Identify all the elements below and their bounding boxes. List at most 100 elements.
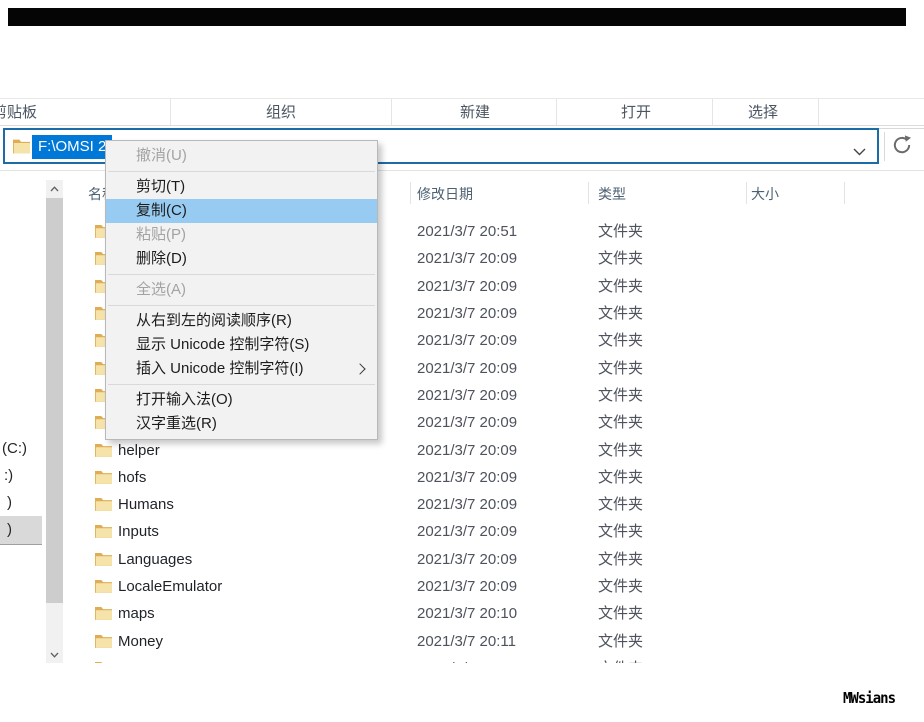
file-name: LocaleEmulator [118,573,222,600]
folder-icon [95,634,112,648]
folder-icon [95,443,112,457]
ribbon-top-border [0,98,924,99]
table-row[interactable]: Humans2021/3/7 20:09文件夹 [0,491,924,518]
menu-item-label: 汉字重选(R) [136,415,217,432]
menu-item-label: 粘贴(P) [136,226,186,243]
ribbon-separator [712,99,713,125]
file-date: 2021/3/7 20:09 [417,437,517,464]
menu-item[interactable]: 剪切(T) [106,175,377,199]
menu-item-label: 打开输入法(O) [136,391,233,408]
file-date: 2021/3/7 20:09 [417,409,517,436]
ribbon-separator [170,99,171,125]
refresh-icon [891,134,913,156]
column-header-type[interactable]: 类型 [598,185,626,203]
folder-icon [95,524,112,538]
file-date: 2021/3/7 20:09 [417,573,517,600]
address-dropdown-button[interactable] [853,143,867,153]
column-header-date[interactable]: 修改日期 [417,185,473,203]
table-row[interactable]: hofs2021/3/7 20:09文件夹 [0,464,924,491]
menu-item[interactable]: 删除(D) [106,247,377,271]
file-type: 文件夹 [598,546,643,573]
file-date: 2021/3/7 20:09 [417,355,517,382]
file-name: Money [118,628,163,655]
table-row[interactable]: Money 2021/3/7 20:11 文件夹 [0,628,924,655]
file-name: Humans [118,491,174,518]
menu-item[interactable]: 显示 Unicode 控制字符(S) [106,333,377,357]
menu-item[interactable]: 打开输入法(O) [106,388,377,412]
file-type: 文件夹 [598,655,643,663]
folder-icon [95,606,112,620]
toolbar-divider [884,132,885,161]
ribbon-separator [391,99,392,125]
menu-separator [108,384,375,385]
menu-separator [108,171,375,172]
menu-item[interactable]: 复制(C) [106,199,377,223]
file-type: 文件夹 [598,300,643,327]
menu-item[interactable]: 插入 Unicode 控制字符(I) [106,357,377,381]
menu-item[interactable]: 从右到左的阅读顺序(R) [106,309,377,333]
table-row[interactable]: 2021/3/7 20:11 文件夹 [0,655,924,663]
file-type: 文件夹 [598,518,643,545]
ribbon-group-organize: 组织 [251,101,311,125]
menu-separator [108,274,375,275]
table-row[interactable]: helper 2021/3/7 20:09 文件夹 [0,437,924,464]
file-date: 2021/3/7 20:09 [417,546,517,573]
refresh-button[interactable] [891,134,915,158]
menu-item: 全选(A) [106,278,377,302]
menu-item[interactable]: 汉字重选(R) [106,412,377,436]
ribbon-group-clipboard: 剪贴板 [0,101,37,125]
column-divider [410,182,411,204]
ribbon-group-new: 新建 [445,101,505,125]
file-type: 文件夹 [598,437,643,464]
column-header-size[interactable]: 大小 [751,185,779,203]
chevron-up-icon [50,186,59,192]
file-date: 2021/3/7 20:11 [417,628,516,655]
ribbon-separator [818,99,819,125]
folder-icon [95,497,112,511]
chevron-down-icon [853,148,866,156]
column-divider [746,182,747,204]
file-date: 2021/3/7 20:51 [417,218,517,245]
context-menu: 撤消(U)剪切(T)复制(C)粘贴(P)删除(D)全选(A)从右到左的阅读顺序(… [105,140,378,440]
file-date: 2021/3/7 20:09 [417,327,517,354]
file-type: 文件夹 [598,600,643,627]
file-type: 文件夹 [598,409,643,436]
scroll-up-button[interactable] [46,180,63,197]
menu-item-label: 剪切(T) [136,178,185,195]
file-name: helper [118,437,160,464]
toolbar-divider [879,128,924,129]
menu-item-label: 删除(D) [136,250,187,267]
file-name: Inputs [118,518,159,545]
menu-item-label: 从右到左的阅读顺序(R) [136,312,292,329]
ribbon-group-open: 打开 [606,101,666,125]
folder-icon [13,138,30,154]
file-name: maps [118,600,155,627]
explorer-window: 剪贴板 组织 新建 打开 选择 F:\OMSI 2 (C:) :) ) [0,0,924,722]
table-row[interactable]: Languages 2021/3/7 20:09 文件夹 [0,546,924,573]
file-type: 文件夹 [598,491,643,518]
file-date: 2021/3/7 20:09 [417,464,517,491]
menu-item-label: 复制(C) [136,202,187,219]
ribbon-separator [556,99,557,125]
folder-icon [95,579,112,593]
menu-item-label: 插入 Unicode 控制字符(I) [136,360,304,377]
address-path-text: F:\OMSI 2 [32,135,112,159]
table-row[interactable]: maps 2021/3/7 20:10 文件夹 [0,600,924,627]
file-date: 2021/3/7 20:09 [417,273,517,300]
file-type: 文件夹 [598,573,643,600]
submenu-arrow-icon [354,363,365,374]
file-type: 文件夹 [598,464,643,491]
file-date: 2021/3/7 20:10 [417,600,517,627]
table-row[interactable]: Inputs2021/3/7 20:09文件夹 [0,518,924,545]
column-divider [588,182,589,204]
file-date: 2021/3/7 20:11 [417,655,516,663]
table-row[interactable]: LocaleEmulator 2021/3/7 20:09 文件夹 [0,573,924,600]
file-type: 文件夹 [598,628,643,655]
file-name: Languages [118,546,192,573]
watermark: MWsians [843,691,895,708]
folder-icon [95,661,112,663]
file-type: 文件夹 [598,327,643,354]
column-divider [844,182,845,204]
menu-item-label: 全选(A) [136,281,186,298]
ribbon-group-select: 选择 [733,101,793,125]
